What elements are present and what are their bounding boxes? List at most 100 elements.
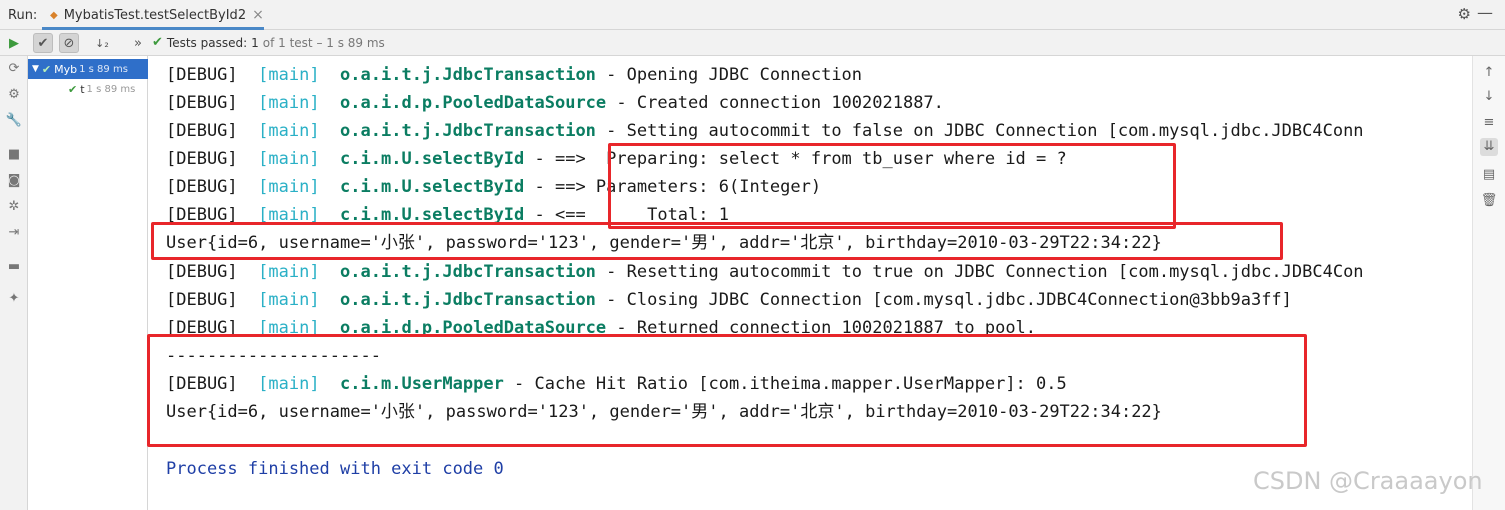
run-label: Run: (8, 8, 38, 23)
log-message: - Resetting autocommit to true on JDBC C… (595, 262, 1364, 282)
scroll-up-icon[interactable]: ↑ (1480, 64, 1498, 82)
run-tool-window-header: Run: ◆ MybatisTest.testSelectById2 × ⚙ — (0, 0, 1505, 30)
stop-icon[interactable]: ■ (5, 146, 23, 164)
console-line: [DEBUG] [main] o.a.i.t.j.JdbcTransaction… (166, 288, 1292, 312)
tab-mybatis-test[interactable]: ◆ MybatisTest.testSelectById2 × (42, 0, 264, 30)
soft-wrap-icon[interactable]: ≡ (1480, 114, 1498, 132)
console-line: [DEBUG] [main] c.i.m.UserMapper - Cache … (166, 372, 1067, 396)
log-message: - Created connection 1002021887. (606, 93, 944, 113)
gear-icon[interactable]: ⚙ (1458, 5, 1471, 23)
tree-node-root[interactable]: ▼ ✔ Myb 1 s 89 ms (28, 59, 148, 79)
log-level: [DEBUG] (166, 93, 238, 113)
log-message: - ==> Parameters: 6(Integer) (524, 177, 822, 197)
tree-node-duration: 1 s 89 ms (79, 63, 128, 75)
console-line: [DEBUG] [main] o.a.i.t.j.JdbcTransaction… (166, 119, 1364, 143)
rerun-icon[interactable]: ▶ (4, 33, 24, 53)
scroll-down-icon[interactable]: ↓ (1480, 88, 1498, 106)
log-message: - ==> Preparing: select * from tb_user w… (524, 149, 1067, 169)
settings-icon[interactable]: ✲ (5, 198, 23, 216)
console-output-line: --------------------- (166, 346, 381, 366)
log-thread: [main] (258, 290, 320, 310)
status-main: Tests passed: (166, 35, 248, 50)
log-logger: o.a.i.d.p.PooledDataSource (340, 93, 607, 113)
log-thread: [main] (258, 205, 320, 225)
log-logger: o.a.i.t.j.JdbcTransaction (340, 290, 596, 310)
console-line: [DEBUG] [main] o.a.i.t.j.JdbcTransaction… (166, 63, 862, 87)
log-level: [DEBUG] (166, 374, 238, 394)
camera-icon[interactable]: ◙ (5, 172, 23, 190)
trash-icon[interactable]: 🗑 (1480, 192, 1498, 210)
tree-node-label: t (80, 82, 85, 96)
tab-title: MybatisTest.testSelectById2 (63, 7, 247, 23)
test-status: ✔ Tests passed: 1 of 1 test – 1 s 89 ms (152, 35, 385, 50)
tree-node-label: Myb (54, 62, 78, 76)
log-thread: [main] (258, 121, 320, 141)
show-ignored-button[interactable]: ⊘ (59, 33, 79, 53)
log-logger: o.a.i.d.p.PooledDataSource (340, 318, 607, 338)
tree-node-duration: 1 s 89 ms (86, 83, 136, 95)
more-icon[interactable]: » (128, 33, 148, 53)
log-logger: c.i.m.UserMapper (340, 374, 504, 394)
log-logger: o.a.i.t.j.JdbcTransaction (340, 262, 596, 282)
log-level: [DEBUG] (166, 149, 238, 169)
test-class-icon: ◆ (50, 9, 58, 21)
process-finished-line: Process finished with exit code 0 (166, 459, 504, 479)
console-line: [DEBUG] [main] o.a.i.d.p.PooledDataSourc… (166, 91, 944, 115)
print-icon[interactable]: ▤ (1480, 166, 1498, 184)
log-logger: o.a.i.t.j.JdbcTransaction (340, 65, 596, 85)
console-actions-strip: ↑ ↓ ≡ ⇊ ▤ 🗑 (1472, 56, 1505, 510)
status-count: 1 (251, 35, 259, 50)
exit-icon[interactable]: ⇥ (5, 224, 23, 242)
log-logger: c.i.m.U.selectById (340, 149, 525, 169)
rerun-failed-icon[interactable]: ⟳ (5, 60, 23, 78)
log-thread: [main] (258, 65, 320, 85)
check-icon: ✔ (68, 82, 78, 96)
console-output[interactable]: [DEBUG] [main] o.a.i.t.j.JdbcTransaction… (149, 56, 1472, 510)
log-logger: c.i.m.U.selectById (340, 177, 525, 197)
left-action-strip: ⟳ ⚙ 🔧 ■ ◙ ✲ ⇥ ▬ ✦ (0, 56, 28, 510)
scroll-to-end-icon[interactable]: ⇊ (1480, 138, 1498, 156)
log-thread: [main] (258, 262, 320, 282)
show-passed-button[interactable]: ✔ (33, 33, 53, 53)
log-level: [DEBUG] (166, 290, 238, 310)
log-level: [DEBUG] (166, 262, 238, 282)
console-line: [DEBUG] [main] c.i.m.U.selectById - <== … (166, 203, 729, 227)
log-level: [DEBUG] (166, 177, 238, 197)
wrench-icon[interactable]: 🔧 (5, 112, 23, 130)
sort-icon[interactable]: ↓₂ (92, 33, 112, 53)
tree-node-child[interactable]: ✔ t 1 s 89 ms (68, 81, 135, 97)
console-line: [DEBUG] [main] o.a.i.d.p.PooledDataSourc… (166, 316, 1036, 340)
log-message: - Returned connection 1002021887 to pool… (606, 318, 1037, 338)
test-toolbar: ▶ ✔ ⊘ ↓₂ » ✔ Tests passed: 1 of 1 test –… (0, 30, 1505, 56)
log-thread: [main] (258, 177, 320, 197)
log-level: [DEBUG] (166, 318, 238, 338)
test-tree: ▼ ✔ Myb 1 s 89 ms ✔ t 1 s 89 ms (28, 56, 148, 510)
console-line: [DEBUG] [main] c.i.m.U.selectById - ==> … (166, 175, 821, 199)
watermark: CSDN @Craaaayon (1253, 467, 1483, 495)
console-line: [DEBUG] [main] o.a.i.t.j.JdbcTransaction… (166, 260, 1364, 284)
log-level: [DEBUG] (166, 205, 238, 225)
log-logger: o.a.i.t.j.JdbcTransaction (340, 121, 596, 141)
console-output-line: User{id=6, username='小张', password='123'… (166, 402, 1162, 422)
layout-icon[interactable]: ▬ (5, 258, 23, 276)
console-line: [DEBUG] [main] c.i.m.U.selectById - ==> … (166, 147, 1067, 171)
check-icon: ✔ (152, 35, 163, 50)
log-thread: [main] (258, 318, 320, 338)
minimize-icon[interactable]: — (1477, 3, 1493, 22)
log-message: - <== Total: 1 (524, 205, 729, 225)
log-message: - Cache Hit Ratio [com.itheima.mapper.Us… (503, 374, 1067, 394)
status-detail: of 1 test – 1 s 89 ms (262, 35, 385, 50)
pin-icon[interactable]: ✦ (5, 290, 23, 308)
check-icon: ✔ (41, 62, 52, 76)
log-thread: [main] (258, 149, 320, 169)
log-message: - Closing JDBC Connection [com.mysql.jdb… (595, 290, 1292, 310)
log-thread: [main] (258, 93, 320, 113)
chevron-down-icon[interactable]: ▼ (32, 64, 39, 74)
debug-icon[interactable]: ⚙ (5, 86, 23, 104)
log-message: - Setting autocommit to false on JDBC Co… (595, 121, 1364, 141)
log-level: [DEBUG] (166, 65, 238, 85)
log-logger: c.i.m.U.selectById (340, 205, 525, 225)
log-level: [DEBUG] (166, 121, 238, 141)
log-message: - Opening JDBC Connection (595, 65, 863, 85)
close-icon[interactable]: × (252, 7, 264, 23)
